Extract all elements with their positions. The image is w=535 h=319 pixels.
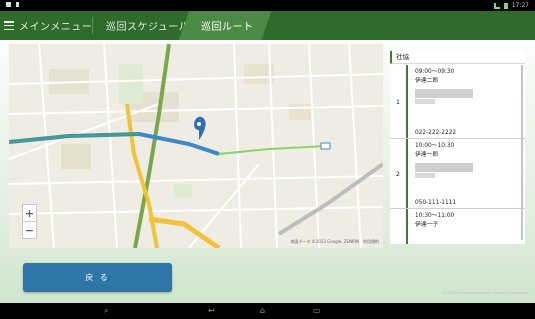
map-block [61, 144, 91, 169]
recent-apps-icon[interactable]: ▭ [313, 306, 321, 315]
nav-divider [92, 17, 93, 34]
main-road [125, 103, 159, 248]
map-graphic [9, 44, 383, 248]
home-icon[interactable]: ⌂ [260, 306, 265, 315]
main-menu-button[interactable]: メインメニュー [0, 11, 92, 40]
location-pin-icon[interactable] [194, 116, 206, 140]
main-menu-label: メインメニュー [19, 22, 93, 33]
tab-route[interactable]: 巡回ルート [179, 11, 272, 40]
visit-time: 09:00～09:30 [415, 69, 455, 75]
visit-details: 10:00～10:30 伊達一郎 [415, 142, 473, 182]
visit-name: 伊達一郎 [415, 152, 439, 158]
content-area: + − 地図データ ©2013 Google, ZENRIN 利用規約 社協 1… [0, 40, 535, 303]
visit-item[interactable]: 1 09:00～09:30 伊達二郎 022-222-2222 [390, 65, 525, 139]
redacted-address [415, 173, 435, 178]
route-segment [9, 131, 220, 156]
visit-accent [406, 139, 408, 208]
visit-number: 1 [395, 97, 401, 106]
panel-title: 社協 [390, 51, 525, 64]
route-segment [9, 133, 140, 143]
railway [277, 162, 383, 236]
visit-details: 10:30～11:00 伊達一子 [415, 212, 454, 230]
status-time: 17:27 [511, 2, 529, 9]
visit-time: 10:00～10:30 [415, 143, 455, 149]
system-nav-bar: ⌕ ↩ ⌂ ▭ [0, 303, 535, 319]
notification-icon [16, 2, 19, 7]
tab-schedule-label: 巡回スケジュール [106, 22, 190, 33]
map-credit: 地図データ ©2013 Google, ZENRIN 利用規約 [290, 239, 379, 244]
visit-item[interactable]: 10:30～11:00 伊達一子 [390, 209, 525, 244]
visit-item[interactable]: 2 10:00～10:30 伊達一郎 050-111-1111 [390, 139, 525, 209]
visit-name: 伊達一子 [415, 222, 439, 228]
redacted-address [415, 89, 473, 98]
visit-number: 2 [395, 169, 401, 178]
visit-name: 伊達二郎 [415, 78, 439, 84]
system-status: 17:27 [493, 2, 529, 9]
route-map[interactable]: + − 地図データ ©2013 Google, ZENRIN 利用規約 [9, 44, 383, 248]
notification-icons [6, 2, 19, 7]
back-button[interactable]: 戻 る [23, 263, 172, 292]
notification-icon [6, 2, 11, 7]
search-icon[interactable]: ⌕ [104, 306, 108, 316]
visit-number [390, 209, 406, 244]
redacted-address [415, 163, 473, 172]
pin-dot [197, 122, 201, 126]
zoom-out-button[interactable]: − [23, 222, 36, 238]
signal-icon [493, 2, 500, 9]
visit-panel: 社協 1 09:00～09:30 伊達二郎 022-222-2222 2 10:… [390, 51, 525, 244]
visit-accent [406, 209, 408, 244]
hamburger-menu-icon [4, 21, 14, 30]
zoom-control: + − [22, 204, 37, 239]
visit-phone: 050-111-1111 [415, 200, 457, 206]
visit-details: 09:00～09:30 伊達二郎 [415, 68, 473, 108]
map-block [289, 104, 311, 120]
copyright: © 2013 Toshiba Information Systems Corpo… [442, 291, 529, 295]
tab-route-label: 巡回ルート [201, 22, 254, 33]
visit-time: 10:30～11:00 [415, 213, 455, 219]
route-marker-icon [320, 142, 331, 150]
header-nav: メインメニュー 巡回スケジュール 巡回ルート [0, 11, 535, 40]
zoom-in-button[interactable]: + [23, 205, 36, 221]
panel-scrollbar[interactable] [521, 65, 523, 240]
battery-icon [503, 2, 508, 9]
park-area [174, 184, 192, 198]
redacted-address [415, 99, 435, 104]
park-area [119, 64, 143, 104]
visit-accent [406, 65, 408, 138]
back-arrow-icon[interactable]: ↩ [208, 306, 215, 315]
status-bar: 17:27 [0, 0, 535, 11]
visit-phone: 022-222-2222 [415, 130, 457, 136]
